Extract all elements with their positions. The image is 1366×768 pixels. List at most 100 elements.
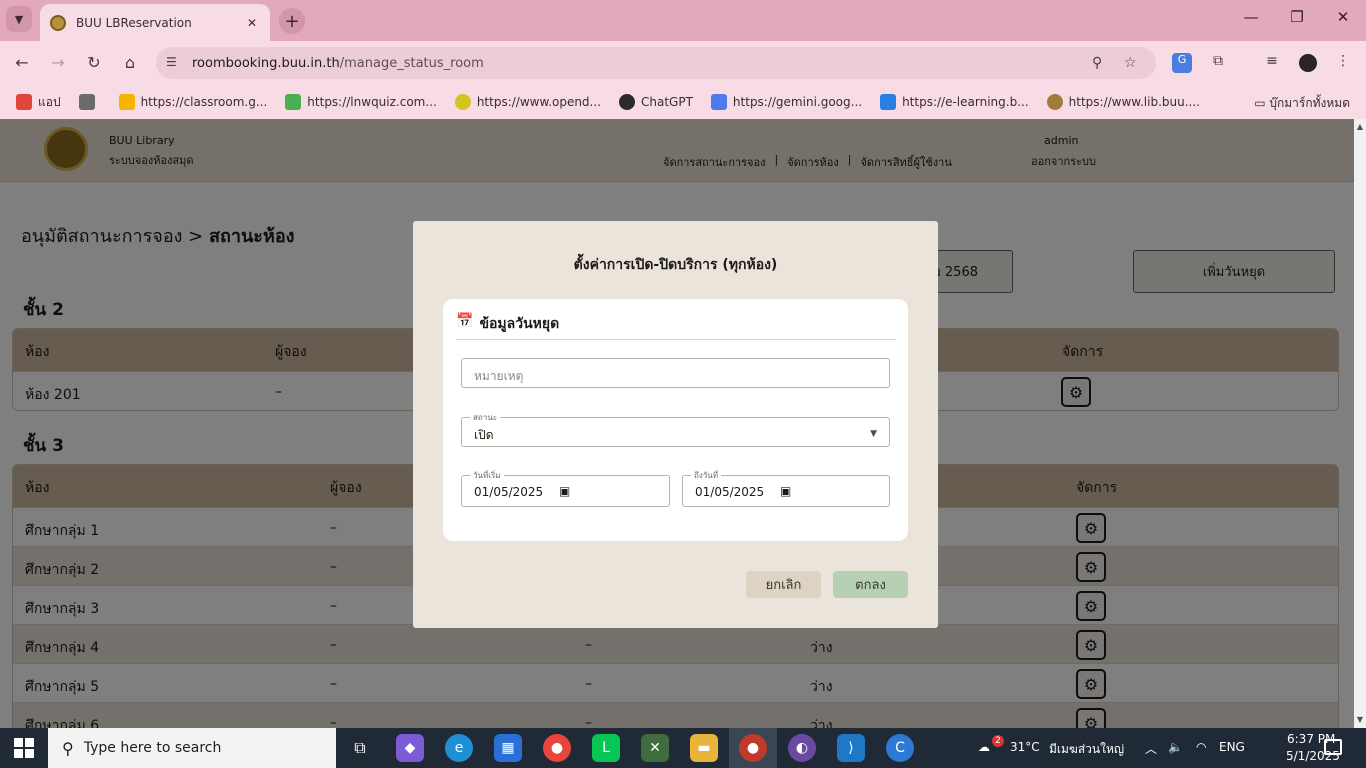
bookmark-elearning[interactable]: https://e-learning.b... (880, 94, 1029, 110)
canva-icon[interactable]: C (886, 734, 914, 762)
bookmark-label: แอป (38, 94, 61, 109)
weather-icon[interactable]: ☁ (978, 740, 990, 754)
end-date-label: ถึงวันที่ (691, 469, 721, 482)
calendar-icon[interactable]: ▣ (780, 484, 791, 498)
scroll-down-icon[interactable]: ▼ (1354, 715, 1366, 724)
bookmark-label: https://www.lib.buu.... (1068, 95, 1200, 109)
windows-start-icon[interactable] (14, 738, 34, 758)
bookmark-chatgpt[interactable]: ChatGPT (619, 94, 693, 110)
chrome-menu-icon[interactable]: ⋮ (1333, 53, 1353, 73)
lnwquiz-icon (285, 94, 302, 110)
folder-icon: ▭ (1254, 96, 1270, 110)
edge-icon[interactable]: e (445, 734, 473, 762)
xbox-icon[interactable]: ✕ (641, 734, 669, 762)
browser-toolbar: ← → ↻ ⌂ ☰ roombooking.buu.in.th/manage_s… (0, 41, 1366, 85)
card-title: ข้อมูลวันหยุด (479, 316, 560, 332)
language-indicator[interactable]: ENG (1219, 740, 1245, 754)
cancel-button[interactable]: ยกเลิก (746, 571, 821, 598)
weather-badge: 2 (992, 735, 1004, 747)
bookmark-label: https://www.opend... (476, 95, 601, 109)
site-info-icon[interactable]: ☰ (166, 55, 182, 71)
status-select[interactable]: สถานะ เปิด ▼ (461, 411, 890, 447)
line-icon[interactable]: L (592, 734, 620, 762)
url-path: /manage_status_room (339, 55, 484, 71)
card-header: 📅 ข้อมูลวันหยุด (456, 313, 896, 340)
ok-button[interactable]: ตกลง (833, 571, 908, 598)
opend-icon (454, 94, 471, 110)
tab-search-chevron-icon[interactable]: ▼ (6, 6, 32, 32)
end-date-input[interactable]: ถึงวันที่ 01/05/2025 ▣ (682, 469, 890, 507)
chatgpt-icon (619, 94, 635, 110)
tab-close-icon[interactable]: ✕ (244, 16, 260, 30)
browser-tab-active[interactable]: BUU LBReservation ✕ (40, 4, 270, 41)
windows-taskbar: ⚲ Type here to search ⧉ ◆ e ▦ ● L ✕ ▬ ● … (0, 728, 1366, 768)
forward-arrow-icon[interactable]: → (46, 53, 70, 72)
vscode-icon[interactable]: ⟩ (837, 734, 865, 762)
scroll-up-icon[interactable]: ▲ (1354, 122, 1366, 131)
weather-desc[interactable]: มีเมฆส่วนใหญ่ (1049, 740, 1124, 759)
start-date-input[interactable]: วันที่เริ่ม 01/05/2025 ▣ (461, 469, 670, 507)
page-scrollbar[interactable]: ▲ ▼ (1354, 119, 1366, 728)
status-value: เปิด (474, 428, 494, 442)
address-bar[interactable]: ☰ roombooking.buu.in.th/manage_status_ro… (156, 47, 1156, 79)
classroom-icon (118, 94, 135, 110)
note-placeholder: หมายเหตุ (474, 369, 524, 383)
end-date-value: 01/05/2025 (695, 485, 765, 499)
extensions-puzzle-icon[interactable]: ⧉ (1208, 53, 1228, 73)
store-icon[interactable]: ▦ (494, 734, 522, 762)
holiday-info-card: 📅 ข้อมูลวันหยุด หมายเหตุ สถานะ เปิด ▼ วั… (443, 299, 908, 541)
media-control-icon[interactable]: ≡ (1262, 53, 1282, 73)
taskbar-search[interactable]: ⚲ Type here to search (48, 728, 336, 768)
bookmark-gemini[interactable]: https://gemini.goog... (710, 94, 863, 110)
back-arrow-icon[interactable]: ← (10, 53, 34, 72)
volume-icon[interactable]: 🔈 (1168, 740, 1183, 754)
bookmark-label: https://classroom.g... (140, 95, 268, 109)
bookmark-lib[interactable]: https://www.lib.buu.... (1046, 94, 1200, 110)
task-view-icon[interactable]: ⧉ (346, 734, 374, 762)
network-icon[interactable]: ◠ (1196, 740, 1206, 754)
chrome-icon[interactable]: ● (543, 734, 571, 762)
browser-tabstrip: ▼ BUU LBReservation ✕ + — ❐ ✕ (0, 0, 1366, 41)
search-placeholder: Type here to search (83, 740, 222, 756)
bookmark-apps[interactable]: แอป (16, 93, 61, 112)
tab-title: BUU LBReservation (76, 15, 192, 30)
restore-button[interactable]: ❐ (1282, 8, 1312, 26)
bookmark-opend[interactable]: https://www.opend... (454, 94, 601, 110)
zoom-icon[interactable]: ⚲ (1092, 55, 1102, 71)
grid-icon (78, 94, 95, 110)
minimize-button[interactable]: — (1236, 8, 1266, 26)
file-explorer-icon[interactable]: ▬ (690, 734, 718, 762)
bookmark-label: https://gemini.goog... (732, 95, 863, 109)
status-label: สถานะ (470, 411, 500, 424)
all-bookmarks[interactable]: ▭ บุ๊กมาร์กทั้งหมด (1254, 94, 1350, 113)
start-date-label: วันที่เริ่ม (470, 469, 504, 482)
bookmark-classroom[interactable]: https://classroom.g... (118, 94, 268, 110)
site-favicon-icon (50, 14, 66, 31)
library-icon (1046, 94, 1063, 110)
apps-grid-icon (16, 94, 32, 110)
translate-extension-icon[interactable]: G (1172, 53, 1192, 73)
bookmark-lnwquiz[interactable]: https://lnwquiz.com... (285, 94, 437, 110)
chrome-profile-icon[interactable]: ● (739, 734, 767, 762)
weather-temp[interactable]: 31°C (1010, 740, 1040, 754)
bookmark-grid[interactable] (78, 94, 101, 110)
all-bookmarks-label: บุ๊กมาร์กทั้งหมด (1269, 96, 1350, 110)
search-icon: ⚲ (62, 738, 74, 758)
profile-avatar[interactable] (1297, 52, 1319, 74)
elearning-icon (880, 94, 897, 110)
copilot-icon[interactable]: ◆ (396, 734, 424, 762)
calendar-clock-icon: 📅 (456, 313, 474, 329)
reload-icon[interactable]: ↻ (82, 53, 106, 72)
github-icon[interactable]: ◐ (788, 734, 816, 762)
bookmark-label: https://lnwquiz.com... (307, 95, 437, 109)
bookmark-star-icon[interactable]: ☆ (1124, 55, 1137, 71)
new-tab-button[interactable]: + (279, 8, 305, 34)
close-window-button[interactable]: ✕ (1328, 8, 1358, 26)
url-host: roombooking.buu.in.th (192, 55, 340, 71)
notification-icon[interactable] (1324, 739, 1342, 755)
note-input[interactable]: หมายเหตุ (461, 358, 890, 388)
tray-chevron-icon[interactable]: ︿ (1145, 740, 1157, 757)
calendar-icon[interactable]: ▣ (559, 484, 570, 498)
service-settings-modal: ตั้งค่าการเปิด-ปิดบริการ (ทุกห้อง) 📅 ข้อ… (413, 221, 938, 628)
home-icon[interactable]: ⌂ (118, 53, 142, 72)
